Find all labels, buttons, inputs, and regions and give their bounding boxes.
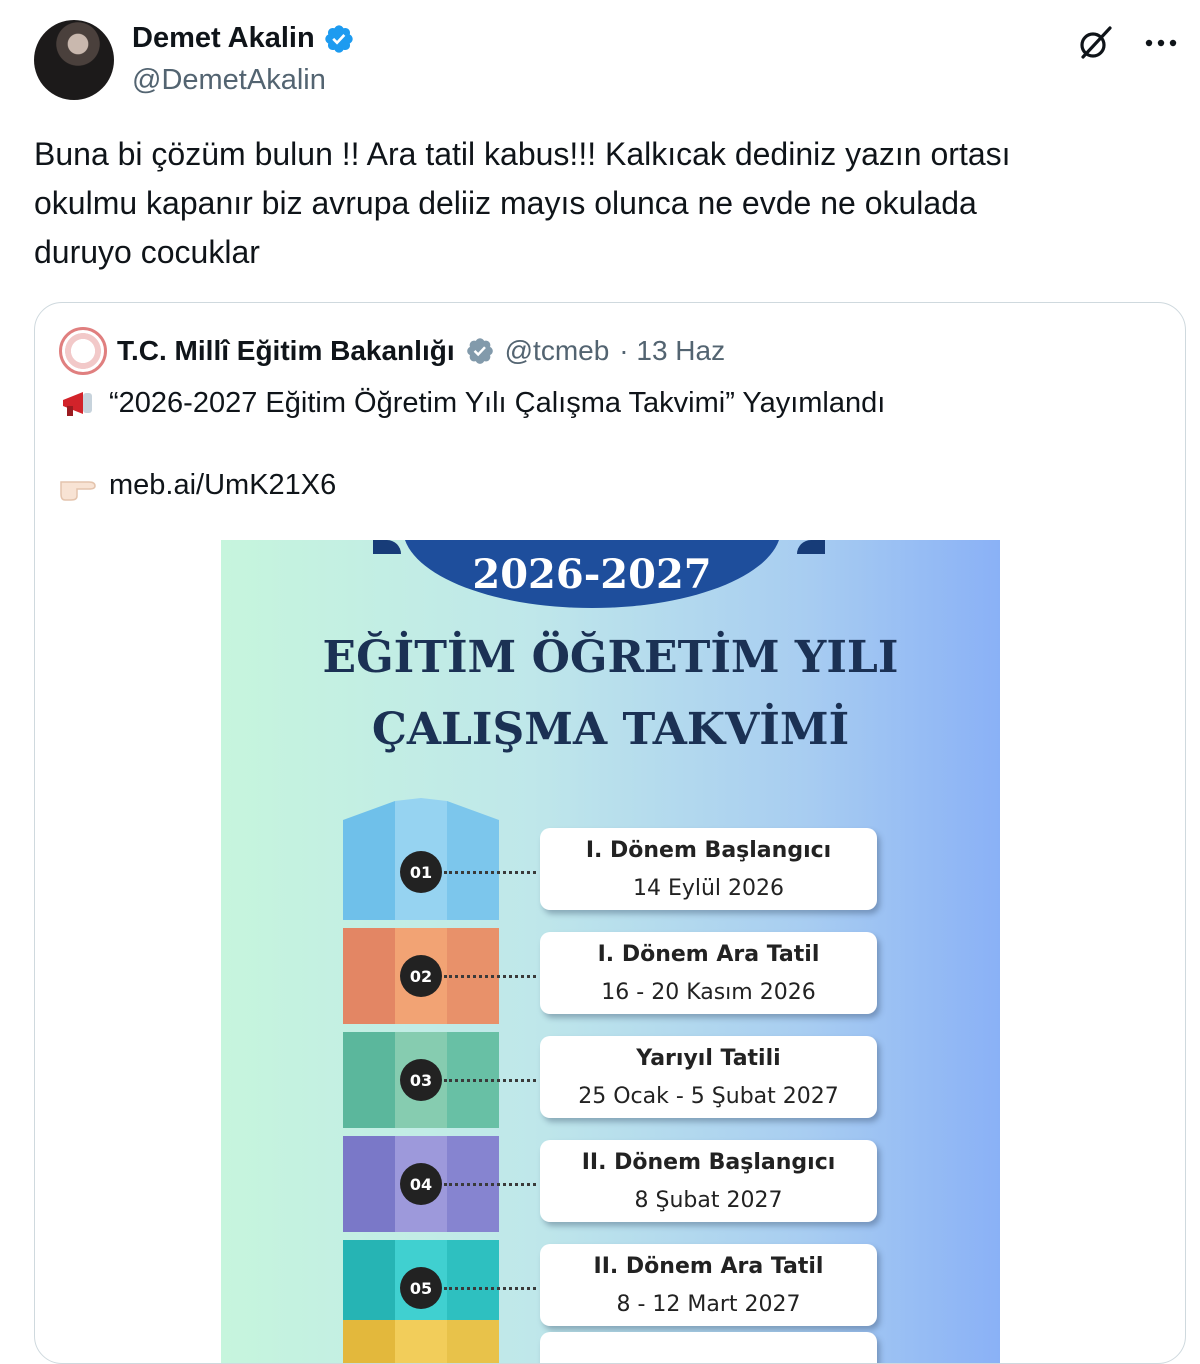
tower-block-next xyxy=(395,1320,447,1363)
tweet-text-line: duruyo cocuklar xyxy=(34,234,260,270)
author-name-row[interactable]: Demet Akalin xyxy=(132,22,355,55)
year-banner: 2026-2027 xyxy=(403,540,781,608)
quoted-link-row: meb.ai/UmK21X6 xyxy=(59,469,336,502)
calendar-card: Yarıyıl Tatili 25 Ocak - 5 Şubat 2027 xyxy=(540,1036,877,1118)
banner-wing-right xyxy=(797,540,825,554)
calendar-poster-image[interactable]: 2026-2027 EĞİTİM ÖĞRETİM YILI ÇALIŞMA TA… xyxy=(221,540,1000,1363)
card-date: 8 - 12 Mart 2027 xyxy=(616,1292,801,1317)
calendar-card: II. Dönem Ara Tatil 8 - 12 Mart 2027 xyxy=(540,1244,877,1326)
dotted-connector xyxy=(444,871,536,874)
quoted-link[interactable]: meb.ai/UmK21X6 xyxy=(109,469,336,502)
quoted-author-handle[interactable]: @tcmeb xyxy=(505,335,610,367)
quoted-text: “2026-2027 Eğitim Öğretim Yılı Çalışma T… xyxy=(109,387,886,419)
more-options-icon[interactable] xyxy=(1142,24,1180,62)
quoted-author-name[interactable]: T.C. Millî Eğitim Bakanlığı xyxy=(117,335,455,367)
quoted-text-row: “2026-2027 Eğitim Öğretim Yılı Çalışma T… xyxy=(59,387,885,420)
tower-roof xyxy=(343,798,499,824)
card-date: 16 - 20 Kasım 2026 xyxy=(601,980,816,1005)
tweet-text: Buna bi çözüm bulun !! Ara tatil kabus!!… xyxy=(34,130,1154,277)
banner-wing-left xyxy=(373,540,401,554)
step-number-badge: 01 xyxy=(400,851,442,893)
poster-title-line1: EĞİTİM ÖĞRETİM YILI xyxy=(322,632,899,683)
dotted-connector xyxy=(444,1183,536,1186)
avatar[interactable] xyxy=(34,20,114,100)
tower-block-02 xyxy=(343,928,395,1024)
card-title: II. Dönem Ara Tatil xyxy=(593,1254,824,1279)
next-card-partial xyxy=(540,1332,877,1363)
pointing-hand-icon xyxy=(60,480,96,501)
calendar-card: I. Dönem Ara Tatil 16 - 20 Kasım 2026 xyxy=(540,932,877,1014)
card-date: 25 Ocak - 5 Şubat 2027 xyxy=(578,1084,839,1109)
dotted-connector xyxy=(444,1079,536,1082)
tweet-text-line: okulmu kapanır biz avrupa deliiz mayıs o… xyxy=(34,185,977,221)
author-handle[interactable]: @DemetAkalin xyxy=(132,64,326,97)
calendar-card: II. Dönem Başlangıcı 8 Şubat 2027 xyxy=(540,1140,877,1222)
calendar-card: I. Dönem Başlangıcı 14 Eylül 2026 xyxy=(540,828,877,910)
card-title: Yarıyıl Tatili xyxy=(636,1046,781,1071)
dotted-connector xyxy=(444,1287,536,1290)
quoted-header: T.C. Millî Eğitim Bakanlığı @tcmeb · 13 … xyxy=(59,327,725,375)
tower-block-next xyxy=(343,1320,395,1363)
step-number-badge: 04 xyxy=(400,1163,442,1205)
poster-title-line2: ÇALIŞMA TAKVİMİ xyxy=(371,704,850,755)
card-date: 14 Eylül 2026 xyxy=(632,876,785,901)
step-number-badge: 05 xyxy=(400,1267,442,1309)
card-title: I. Dönem Başlangıcı xyxy=(585,838,832,863)
card-title: II. Dönem Başlangıcı xyxy=(581,1150,836,1175)
quoted-tweet[interactable]: T.C. Millî Eğitim Bakanlığı @tcmeb · 13 … xyxy=(34,302,1186,1364)
gray-verified-badge-icon xyxy=(466,338,493,364)
step-number-badge: 02 xyxy=(400,955,442,997)
author-name[interactable]: Demet Akalin xyxy=(132,22,315,55)
dotted-connector xyxy=(444,975,536,978)
tower-block-03 xyxy=(343,1032,395,1128)
quoted-date[interactable]: · 13 Haz xyxy=(619,335,725,367)
tweet-text-line: Buna bi çözüm bulun !! Ara tatil kabus!!… xyxy=(34,136,1011,172)
tweet-actions xyxy=(1076,24,1180,62)
grok-icon[interactable] xyxy=(1076,24,1114,62)
step-number-badge: 03 xyxy=(400,1059,442,1101)
megaphone-icon xyxy=(63,391,92,416)
tweet-header: Demet Akalin @DemetAkalin xyxy=(34,20,1180,104)
tower-block-01 xyxy=(343,824,395,920)
card-title: I. Dönem Ara Tatil xyxy=(597,942,820,967)
meb-logo[interactable] xyxy=(59,327,107,375)
tower-block-04 xyxy=(343,1136,395,1232)
tower-block-next xyxy=(447,1320,499,1363)
card-date: 8 Şubat 2027 xyxy=(634,1188,783,1213)
verified-badge-icon xyxy=(324,24,353,53)
